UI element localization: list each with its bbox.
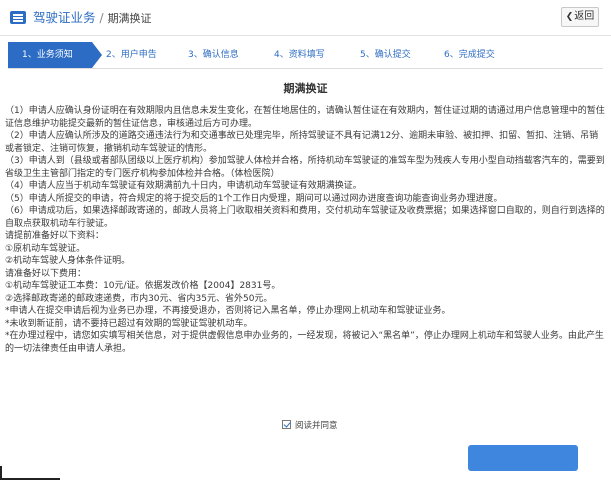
breadcrumb-module[interactable]: 驾驶证业务 (33, 10, 96, 25)
step-6: 6、完成提交 (444, 42, 495, 68)
back-button[interactable]: ❮返回 (561, 7, 599, 27)
breadcrumb-page: 期满换证 (107, 12, 152, 25)
step-4: 4、资料填写 (274, 42, 325, 68)
step-label: 2、用户申告 (106, 50, 157, 60)
notice-paragraph: （4）申请人应当于机动车驾驶证有效期满前九十日内，申请机动车驾驶证有效期满换证。 (5, 181, 362, 191)
notice-paragraph: （1）申请人应确认身份证明在有效期限内且信息未发生变化，在暂住地居住的，请确认暂… (5, 106, 605, 129)
notice-paragraph: *申请人在提交申请后视为业务已办理，不再接受退办，否则将记入黑名单，停止办理网上… (5, 306, 451, 316)
agreement-checkbox[interactable]: 阅读并同意 (282, 419, 338, 433)
notice-paragraph: ①原机动车驾驶证。 (5, 243, 86, 254)
step-progress: 1、业务须知 2、用户申告 3、确认信息 4、资料填写 5、确认提交 6、完成提… (8, 42, 603, 69)
breadcrumb: 驾驶证业务 / 期满换证 (33, 9, 152, 28)
page-border-fragment (0, 466, 60, 480)
agreement-label: 阅读并同意 (295, 421, 338, 431)
step-label: 6、完成提交 (444, 50, 495, 60)
notice-paragraph: （2）申请人应确认所涉及的道路交通违法行为和交通事故已处理完毕，所持驾驶证不具有… (5, 131, 599, 154)
back-button-label: 返回 (574, 11, 595, 22)
chevron-left-icon: ❮ (565, 12, 574, 22)
top-bar: 驾驶证业务 / 期满换证 ❮返回 (0, 0, 611, 36)
notice-paragraph: 请提前准备好以下资料： (5, 231, 105, 241)
next-button[interactable] (468, 445, 578, 471)
notice-paragraph: 请准备好以下费用： (5, 268, 87, 279)
step-5: 5、确认提交 (360, 42, 411, 68)
breadcrumb-separator: / (99, 11, 104, 25)
step-3: 3、确认信息 (188, 42, 239, 68)
notice-paragraph: ②机动车驾驶人身体条件证明。 (5, 256, 131, 266)
menu-icon[interactable] (10, 11, 26, 24)
page-title: 期满换证 (283, 82, 328, 95)
notice-paragraph: *在办理过程中，请您如实填写相关信息，对于提供虚假信息申办业务的，一经发现，将被… (5, 331, 604, 354)
notice-paragraph: ①机动车驾驶证工本费：10元/证。依据发改价格【2004】2831号。 (5, 281, 281, 291)
step-2: 2、用户申告 (106, 42, 157, 68)
notice-paragraph: *未收到新证前，请不要持已超过有效期的驾驶证驾驶机动车。 (5, 318, 253, 329)
notice-paragraph: （5）申请人所提交的申请，符合规定的将于提交后的1个工作日内受理，期间可以通过网… (5, 193, 503, 204)
step-label: 3、确认信息 (188, 50, 239, 60)
checkbox-checked-icon[interactable] (282, 420, 291, 429)
step-1: 1、业务须知 (8, 42, 102, 68)
notice-body: （1）申请人应确认身份证明在有效期限内且信息未发生变化，在暂住地居住的，请确认暂… (5, 105, 605, 355)
notice-paragraph: （3）申请人到（县级或者部队团级以上医疗机构）参加驾驶人体检并合格，所持机动车驾… (5, 156, 605, 179)
notice-paragraph: （6）申请成功后，如果选择邮政寄递的，邮政人员将上门收取相关资料和费用，交付机动… (5, 206, 605, 229)
step-label: 4、资料填写 (274, 50, 325, 60)
notice-paragraph: ②选择邮政寄递的邮政速递费，市内30元、省内35元、省外50元。 (5, 293, 273, 304)
step-label: 1、业务须知 (22, 50, 73, 60)
step-label: 5、确认提交 (360, 50, 411, 60)
